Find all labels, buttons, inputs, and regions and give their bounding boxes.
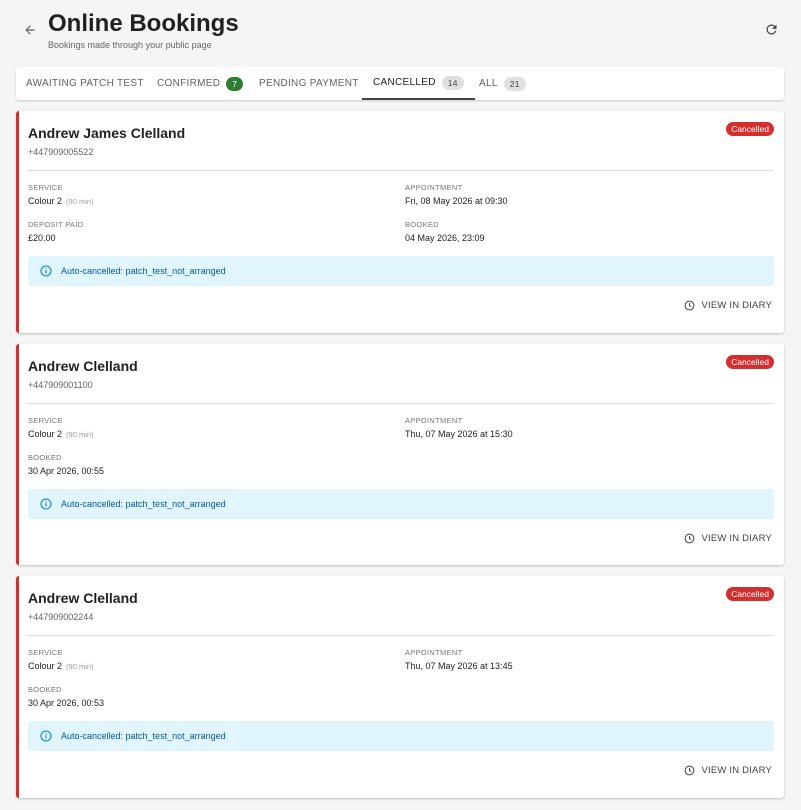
- tab-cancelled[interactable]: CANCELLED 14: [362, 67, 475, 100]
- tab-pending-payment[interactable]: PENDING PAYMENT: [259, 67, 359, 100]
- clock-icon: [684, 765, 695, 776]
- appointment-value: Fri, 08 May 2026 at 09:30: [405, 196, 508, 206]
- booked-label: BOOKED: [405, 220, 439, 229]
- service-name: Colour 2: [28, 196, 63, 206]
- deposit-value: £20.00: [28, 233, 56, 243]
- service-value: Colour 2 (90 min): [28, 196, 94, 206]
- view-in-diary-button[interactable]: VIEW IN DIARY: [684, 765, 772, 776]
- booking-card: Andrew Clelland +447909001100 Cancelled …: [16, 344, 784, 565]
- alert-text: Auto-cancelled: patch_test_not_arranged: [61, 731, 226, 741]
- tab-label: CONFIRMED: [157, 78, 221, 89]
- service-value: Colour 2 (90 min): [28, 661, 94, 671]
- view-in-diary-label: VIEW IN DIARY: [701, 765, 772, 776]
- service-duration: (90 min): [66, 662, 94, 671]
- page-title: Online Bookings: [48, 10, 239, 37]
- tab-awaiting-patch-test[interactable]: AWAITING PATCH TEST: [26, 67, 144, 100]
- cancellation-alert: Auto-cancelled: patch_test_not_arranged: [28, 721, 774, 751]
- customer-phone: +447909001100: [28, 380, 93, 390]
- service-duration: (90 min): [66, 197, 94, 206]
- service-name: Colour 2: [28, 661, 63, 671]
- divider: [28, 403, 774, 404]
- customer-name: Andrew Clelland: [28, 590, 138, 606]
- booking-card: Andrew James Clelland +447909005522 Canc…: [16, 111, 784, 333]
- arrow-left-icon: [23, 23, 37, 42]
- info-icon: [40, 265, 52, 277]
- view-in-diary-button[interactable]: VIEW IN DIARY: [684, 533, 772, 544]
- view-in-diary-label: VIEW IN DIARY: [701, 533, 772, 544]
- tab-label: ALL: [479, 78, 498, 89]
- tab-count-badge: 7: [226, 76, 244, 91]
- view-in-diary-button[interactable]: VIEW IN DIARY: [684, 300, 772, 311]
- view-in-diary-label: VIEW IN DIARY: [701, 300, 772, 311]
- cancellation-alert: Auto-cancelled: patch_test_not_arranged: [28, 256, 774, 286]
- status-badge: Cancelled: [726, 355, 774, 369]
- divider: [28, 635, 774, 636]
- customer-phone: +447909005522: [28, 147, 94, 157]
- clock-icon: [684, 533, 695, 544]
- tab-label: PENDING PAYMENT: [259, 78, 359, 89]
- info-icon: [40, 730, 52, 742]
- alert-text: Auto-cancelled: patch_test_not_arranged: [61, 499, 226, 509]
- tab-count-badge: 21: [503, 76, 526, 91]
- booked-value: 30 Apr 2026, 00:53: [28, 698, 105, 708]
- alert-text: Auto-cancelled: patch_test_not_arranged: [61, 266, 226, 276]
- booking-card: Andrew Clelland +447909002244 Cancelled …: [16, 576, 784, 798]
- page-header: Online Bookings Bookings made through yo…: [0, 0, 801, 60]
- tab-label: CANCELLED: [373, 77, 436, 88]
- status-badge: Cancelled: [726, 587, 774, 601]
- info-icon: [40, 498, 52, 510]
- tab-label: AWAITING PATCH TEST: [26, 78, 144, 89]
- service-duration: (90 min): [66, 430, 94, 439]
- customer-name: Andrew Clelland: [28, 358, 138, 374]
- customer-phone: +447909002244: [28, 612, 94, 622]
- back-button[interactable]: [20, 22, 40, 42]
- tab-all[interactable]: ALL 21: [479, 67, 526, 100]
- booked-value: 04 May 2026, 23:09: [405, 233, 485, 243]
- customer-name: Andrew James Clelland: [28, 125, 186, 141]
- page-subtitle: Bookings made through your public page: [48, 40, 212, 50]
- service-label: SERVICE: [28, 416, 63, 425]
- booked-label: BOOKED: [28, 453, 62, 462]
- deposit-label: DEPOSIT PAID: [28, 220, 84, 229]
- appointment-label: APPOINTMENT: [405, 183, 463, 192]
- refresh-button[interactable]: [761, 22, 781, 42]
- service-label: SERVICE: [28, 183, 63, 192]
- cancellation-alert: Auto-cancelled: patch_test_not_arranged: [28, 489, 774, 519]
- appointment-value: Thu, 07 May 2026 at 15:30: [405, 429, 513, 439]
- refresh-icon: [764, 22, 779, 42]
- clock-icon: [684, 300, 695, 311]
- tab-confirmed[interactable]: CONFIRMED 7: [157, 67, 244, 100]
- service-name: Colour 2: [28, 429, 63, 439]
- service-label: SERVICE: [28, 648, 63, 657]
- appointment-label: APPOINTMENT: [405, 416, 463, 425]
- booking-tabs: AWAITING PATCH TEST CONFIRMED 7 PENDING …: [16, 67, 784, 100]
- appointment-label: APPOINTMENT: [405, 648, 463, 657]
- tab-count-badge: 14: [441, 75, 464, 90]
- divider: [28, 170, 774, 171]
- status-badge: Cancelled: [726, 122, 774, 136]
- service-value: Colour 2 (90 min): [28, 429, 94, 439]
- booked-label: BOOKED: [28, 685, 62, 694]
- appointment-value: Thu, 07 May 2026 at 13:45: [405, 661, 513, 671]
- booked-value: 30 Apr 2026, 00:55: [28, 466, 105, 476]
